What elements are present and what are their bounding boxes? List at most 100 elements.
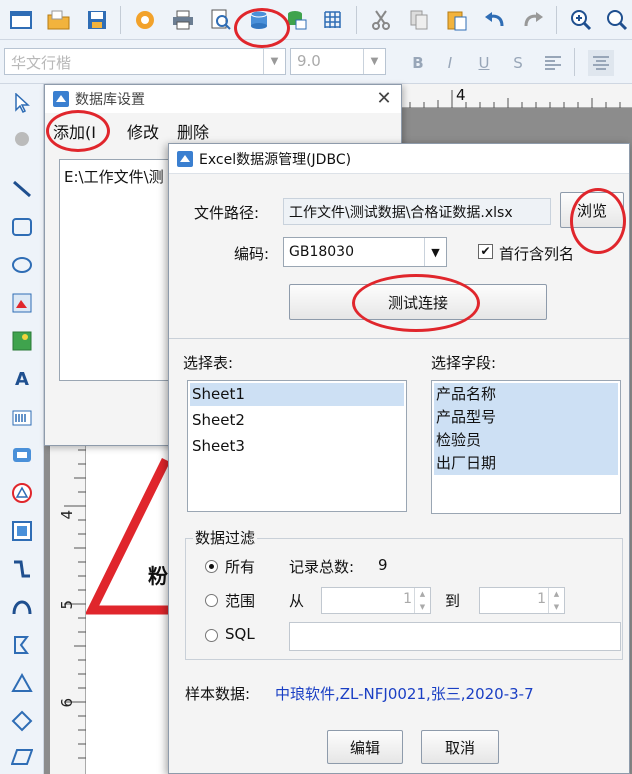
italic-button[interactable]: I — [437, 50, 463, 76]
format-toolbar: 华文行楷 ▼ 9.0 ▼ B I U S — [0, 40, 632, 84]
arc-tool-icon[interactable] — [9, 594, 35, 620]
picture-tool-icon[interactable] — [9, 328, 35, 354]
redo-icon[interactable] — [520, 7, 546, 33]
line-tool-icon[interactable] — [9, 176, 35, 202]
field-list-item[interactable]: 产品名称 — [434, 383, 618, 406]
paste-icon[interactable] — [444, 7, 470, 33]
bold-button[interactable]: B — [405, 50, 431, 76]
table-tool-icon[interactable] — [9, 518, 35, 544]
filter-group-label: 数据过滤 — [193, 527, 258, 548]
main-toolbar — [0, 0, 632, 40]
font-size-select[interactable]: 9.0 ▼ — [290, 48, 386, 75]
chevron-down-icon[interactable]: ▼ — [263, 49, 285, 74]
menu-edit[interactable]: 修改 — [127, 119, 159, 143]
sample-data-label: 样本数据: — [185, 685, 251, 703]
dialog-title: Excel数据源管理(JDBC) — [199, 152, 352, 168]
cancel-button[interactable]: 取消 — [421, 730, 499, 764]
label-text[interactable]: 粉 — [148, 560, 168, 589]
zoom-in-icon[interactable] — [568, 7, 594, 33]
dialog-titlebar[interactable]: Excel数据源管理(JDBC) — [169, 144, 629, 174]
table-list[interactable]: Sheet1 Sheet2 Sheet3 — [187, 380, 407, 512]
rectangle-tool-icon[interactable] — [9, 214, 35, 240]
settings-icon[interactable] — [132, 7, 158, 33]
excel-datasource-dialog: Excel数据源管理(JDBC) 文件路径: 工作文件\测试数据\合格证数据.x… — [168, 143, 630, 774]
field-list[interactable]: 产品名称 产品型号 检验员 出厂日期 — [431, 380, 621, 514]
field-list-item[interactable]: 出厂日期 — [434, 452, 618, 475]
table-list-item[interactable]: Sheet1 — [190, 383, 404, 406]
encoding-label: 编码: — [234, 245, 270, 263]
database-link-icon[interactable] — [284, 7, 310, 33]
range-to-stepper[interactable]: 1 ▲ ▼ — [479, 587, 565, 614]
print-preview-icon[interactable] — [208, 7, 234, 33]
ellipse-tool-icon[interactable] — [9, 252, 35, 278]
encoding-select[interactable]: GB18030 ▼ — [283, 237, 447, 267]
window-icon[interactable] — [8, 7, 34, 33]
print-icon[interactable] — [170, 7, 196, 33]
close-icon[interactable]: ✕ — [373, 87, 395, 109]
grid-icon[interactable] — [320, 7, 346, 33]
ruler-mark: 4 — [58, 510, 76, 520]
stepper-arrows-icon[interactable]: ▲ ▼ — [414, 588, 430, 613]
menu-add[interactable]: 添加(I — [53, 119, 96, 143]
copy-icon[interactable] — [406, 7, 432, 33]
dialog-titlebar[interactable]: 数据库设置 ✕ — [45, 85, 401, 113]
polyline-tool-icon[interactable] — [9, 632, 35, 658]
filter-all-radio[interactable] — [205, 560, 218, 573]
select-fields-label: 选择字段: — [431, 354, 497, 372]
font-select[interactable]: 华文行楷 ▼ — [4, 48, 286, 75]
filter-range-radio[interactable] — [205, 594, 218, 607]
diamond-tool-icon[interactable] — [9, 708, 35, 734]
align-center-icon[interactable] — [588, 50, 614, 76]
shape-tool-icon[interactable] — [9, 480, 35, 506]
browse-button[interactable]: 浏览 — [560, 192, 624, 228]
tag-tool-icon[interactable] — [9, 442, 35, 468]
text-tool-icon[interactable]: A — [9, 366, 35, 392]
file-path-field[interactable]: 工作文件\测试数据\合格证数据.xlsx — [283, 198, 551, 225]
font-name: 华文行楷 — [11, 54, 72, 72]
image-tool-icon[interactable] — [9, 290, 35, 316]
edit-button[interactable]: 编辑 — [327, 730, 403, 764]
app-icon — [52, 90, 70, 112]
record-count-value: 9 — [378, 556, 388, 574]
to-label: 到 — [445, 592, 461, 610]
label-page[interactable]: 粉 — [86, 440, 176, 774]
list-item[interactable]: E:\工作文件\测 — [64, 166, 164, 187]
strikethrough-button[interactable]: S — [505, 50, 531, 76]
test-connection-button[interactable]: 测试连接 — [289, 284, 547, 320]
undo-icon[interactable] — [482, 7, 508, 33]
font-size-value: 9.0 — [297, 52, 321, 70]
parallelogram-tool-icon[interactable] — [9, 744, 35, 770]
warning-triangle-graphic — [86, 458, 176, 615]
triangle-tool-icon[interactable] — [9, 670, 35, 696]
filter-sql-label: SQL — [225, 625, 255, 643]
chevron-down-icon[interactable]: ▼ — [363, 49, 385, 74]
curve-tool-icon[interactable] — [9, 556, 35, 582]
field-list-item[interactable]: 检验员 — [434, 429, 618, 452]
zoom-icon[interactable] — [604, 7, 630, 33]
filter-sql-radio[interactable] — [205, 629, 218, 642]
database-icon[interactable] — [246, 7, 272, 33]
tool-palette: A — [0, 84, 44, 774]
underline-button[interactable]: U — [471, 50, 497, 76]
align-left-icon[interactable] — [540, 50, 566, 76]
open-folder-icon[interactable] — [46, 7, 72, 33]
cut-icon[interactable] — [368, 7, 394, 33]
sql-input[interactable] — [289, 622, 621, 651]
stepper-arrows-icon[interactable]: ▲ ▼ — [548, 588, 564, 613]
table-list-item[interactable]: Sheet2 — [190, 409, 404, 432]
rotate-icon[interactable] — [9, 126, 35, 152]
select-pointer-icon[interactable] — [9, 90, 35, 116]
datasource-list[interactable]: E:\工作文件\测 — [59, 159, 175, 381]
range-from-stepper[interactable]: 1 ▲ ▼ — [321, 587, 431, 614]
select-table-label: 选择表: — [183, 354, 234, 372]
barcode-tool-icon[interactable] — [9, 404, 35, 430]
save-icon[interactable] — [84, 7, 110, 33]
record-count-label: 记录总数: — [289, 558, 355, 576]
app-icon — [176, 150, 194, 172]
table-list-item[interactable]: Sheet3 — [190, 435, 404, 458]
field-list-item[interactable]: 产品型号 — [434, 406, 618, 429]
first-row-header-checkbox[interactable]: ✔ — [478, 244, 493, 259]
ruler-mark: 6 — [58, 698, 76, 708]
menu-delete[interactable]: 删除 — [177, 119, 209, 143]
chevron-down-icon[interactable]: ▼ — [424, 238, 446, 266]
